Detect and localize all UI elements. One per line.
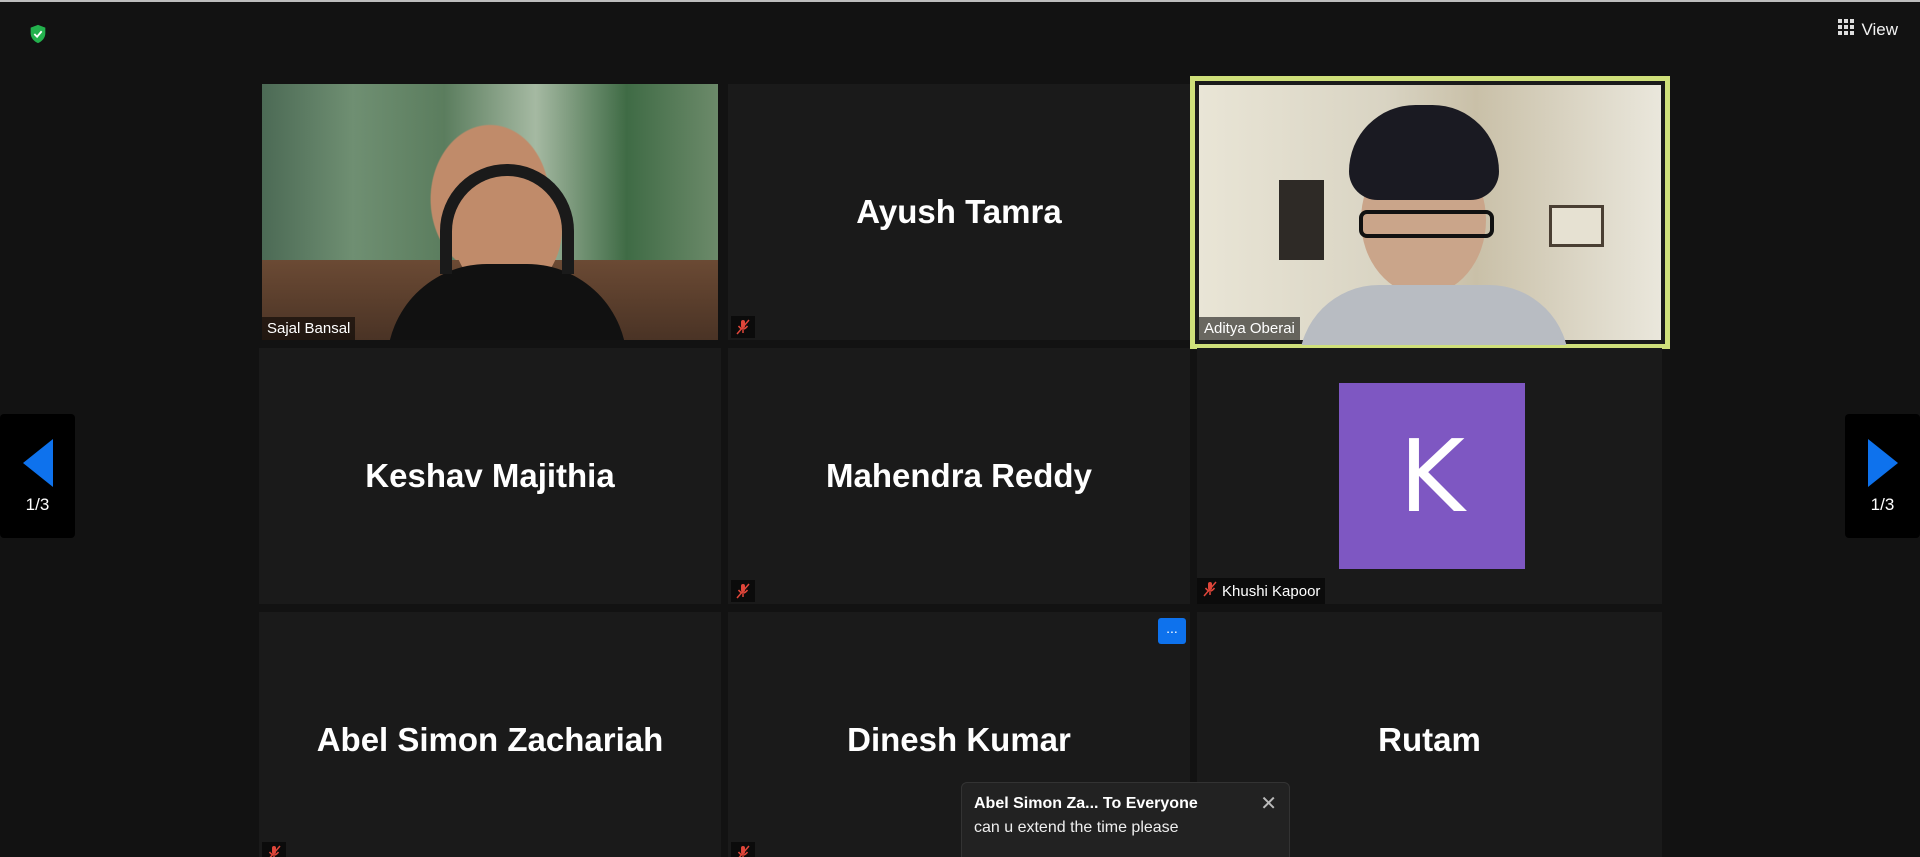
chat-sender: Abel Simon Za... To Everyone xyxy=(974,795,1198,812)
participant-tile-khushi[interactable]: K Khushi Kapoor xyxy=(1197,348,1662,604)
participant-name: Keshav Majithia xyxy=(365,457,615,494)
chat-notification[interactable]: Abel Simon Za... To Everyone can u exten… xyxy=(961,782,1290,857)
grid-icon xyxy=(1837,18,1855,41)
more-options-button[interactable]: ... xyxy=(1158,618,1186,644)
close-icon[interactable]: ✕ xyxy=(1260,791,1277,816)
muted-mic-icon xyxy=(731,580,755,602)
participant-name: Ayush Tamra xyxy=(856,193,1062,230)
arrow-right-icon xyxy=(1867,439,1898,487)
participant-name: Rutam xyxy=(1378,721,1481,758)
meeting-window: View Sajal Bansal Ayush Tamra Aditya Obe… xyxy=(0,0,1920,857)
muted-mic-icon xyxy=(731,842,755,857)
participant-name-tag: Sajal Bansal xyxy=(262,317,356,340)
arrow-left-icon xyxy=(22,439,53,487)
participant-tile-aditya[interactable]: Aditya Oberai xyxy=(1190,76,1670,349)
muted-mic-icon xyxy=(731,316,755,338)
participant-name-tag: Aditya Oberai xyxy=(1199,317,1300,340)
participant-tile-mahendra[interactable]: Mahendra Reddy xyxy=(728,348,1190,604)
previous-page-button[interactable]: 1/3 xyxy=(0,414,75,538)
participant-tile-sajal[interactable]: Sajal Bansal xyxy=(262,84,718,340)
participant-video xyxy=(1199,85,1661,345)
view-button[interactable]: View xyxy=(1837,18,1898,41)
participant-video xyxy=(262,84,718,340)
security-shield-icon[interactable] xyxy=(27,23,49,45)
participant-name: Abel Simon Zachariah xyxy=(316,721,664,758)
view-label: View xyxy=(1861,19,1898,39)
next-page-button[interactable]: 1/3 xyxy=(1845,414,1920,538)
muted-mic-icon xyxy=(262,842,286,857)
participant-tile-abel[interactable]: Abel Simon Zachariah xyxy=(259,612,721,857)
page-indicator: 1/3 xyxy=(25,495,50,514)
participant-name-tag: Khushi Kapoor xyxy=(1197,578,1326,604)
participant-name: Mahendra Reddy xyxy=(826,457,1092,494)
chat-message: can u extend the time please xyxy=(974,819,1179,836)
avatar: K xyxy=(1339,383,1525,569)
participant-name: Dinesh Kumar xyxy=(847,721,1071,758)
page-indicator: 1/3 xyxy=(1870,495,1895,514)
participant-tile-ayush[interactable]: Ayush Tamra xyxy=(728,84,1190,340)
participant-tile-keshav[interactable]: Keshav Majithia xyxy=(259,348,721,604)
muted-mic-icon xyxy=(1202,581,1218,601)
